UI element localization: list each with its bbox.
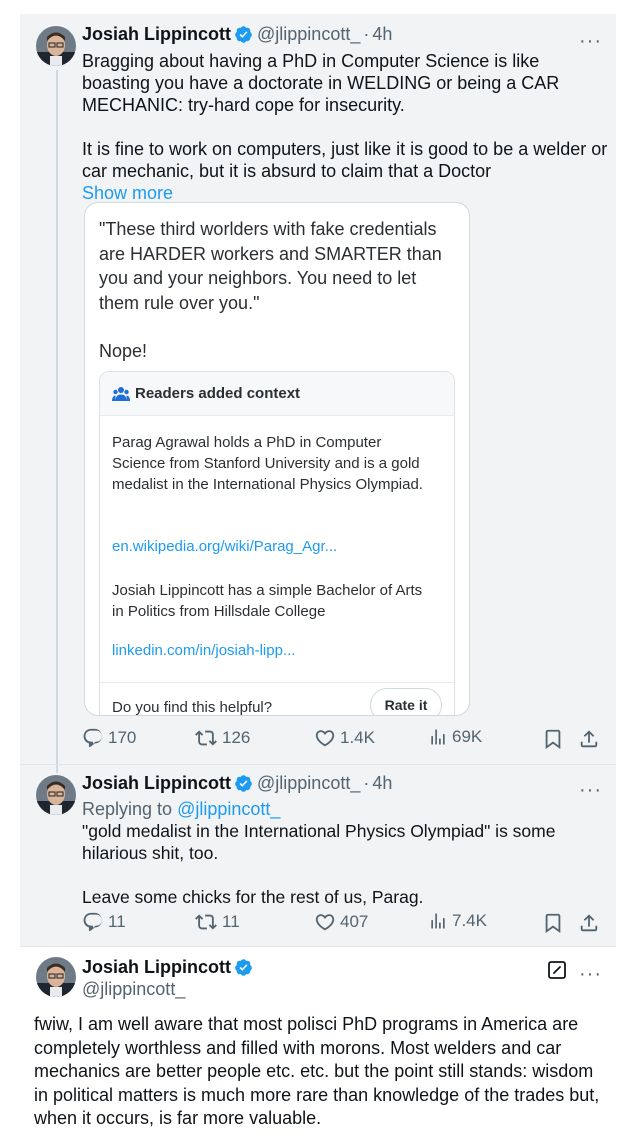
reply-icon xyxy=(83,912,102,932)
avatar[interactable] xyxy=(36,957,76,997)
community-notes-box: Readers added context Parag Agrawal hold… xyxy=(99,371,455,716)
tweet-actions: 11 11 407 7.4K xyxy=(82,911,612,935)
replying-to-label: Replying to xyxy=(82,799,173,819)
views-icon xyxy=(431,913,445,929)
tweet-actions: 170 126 1.4K 69K xyxy=(82,727,612,751)
replying-to-handle[interactable]: @jlippincott_ xyxy=(177,799,280,819)
community-notes-title: Readers added context xyxy=(135,385,301,402)
verified-badge-icon xyxy=(235,959,252,976)
reply-icon xyxy=(83,728,102,748)
views-button[interactable]: 69K xyxy=(428,727,482,747)
rate-it-button[interactable]: Rate it xyxy=(370,688,442,715)
repost-icon xyxy=(195,914,217,930)
author-name[interactable]: Josiah Lippincott xyxy=(82,24,231,45)
tweet-text: fwiw, I am well aware that most polisci … xyxy=(34,1013,604,1131)
community-notes-icon xyxy=(112,386,130,401)
more-options-icon[interactable]: ··· xyxy=(579,780,602,800)
like-count: 1.4K xyxy=(340,728,375,747)
tweet-1[interactable]: Josiah Lippincott @jlippincott_ · 4h ···… xyxy=(20,14,616,764)
bookmark-icon[interactable] xyxy=(542,912,564,934)
show-more-link[interactable]: Show more xyxy=(82,182,612,204)
views-button[interactable]: 7.4K xyxy=(428,911,487,931)
like-icon xyxy=(315,730,335,747)
tweet-timestamp[interactable]: 4h xyxy=(372,773,392,794)
author-handle[interactable]: @jlippincott_ xyxy=(257,773,360,794)
avatar[interactable] xyxy=(36,775,76,815)
community-notes-header: Readers added context xyxy=(100,372,454,416)
share-icon[interactable] xyxy=(578,912,600,934)
tweet-text: Bragging about having a PhD in Computer … xyxy=(82,50,612,204)
author-handle[interactable]: @jlippincott_ xyxy=(257,24,360,45)
author-name[interactable]: Josiah Lippincott xyxy=(82,957,231,978)
tweet-paragraph: It is fine to work on computers, just li… xyxy=(82,139,608,181)
reply-button[interactable]: 11 xyxy=(82,911,126,933)
verified-badge-icon xyxy=(235,26,252,43)
note-text: Josiah Lippincott has a simple Bachelor … xyxy=(112,582,423,620)
repost-icon xyxy=(195,730,217,746)
like-button[interactable]: 407 xyxy=(314,911,368,933)
tweet-paragraph: Leave some chicks for the rest of us, Pa… xyxy=(82,887,424,907)
note-text: Parag Agrawal holds a PhD in Computer Sc… xyxy=(112,434,423,493)
thread-connector-line xyxy=(56,70,58,764)
tweet-2[interactable]: Josiah Lippincott @jlippincott_ · 4h ···… xyxy=(20,764,616,946)
replying-to: Replying to @jlippincott_ xyxy=(82,798,612,820)
separator-dot: · xyxy=(363,773,370,793)
note-source-link[interactable]: en.wikipedia.org/wiki/Parag_Agr... xyxy=(112,538,337,555)
tweet-timestamp[interactable]: 4h xyxy=(372,24,392,45)
tweet-paragraph: Bragging about having a PhD in Computer … xyxy=(82,51,560,115)
separator-dot: · xyxy=(363,24,370,44)
notes-divider xyxy=(100,682,454,683)
bookmark-icon[interactable] xyxy=(542,728,564,750)
note-source-link[interactable]: linkedin.com/in/josiah-lipp... xyxy=(112,642,295,659)
repost-button[interactable]: 126 xyxy=(194,727,250,749)
reply-count: 170 xyxy=(108,728,137,747)
views-count: 69K xyxy=(452,727,483,746)
reply-count: 11 xyxy=(108,912,126,931)
avatar[interactable] xyxy=(36,26,76,66)
author-name[interactable]: Josiah Lippincott xyxy=(82,773,231,794)
tweet-header: Josiah Lippincott @jlippincott_ · 4h xyxy=(82,773,392,794)
more-options-icon[interactable]: ··· xyxy=(579,964,602,984)
more-options-icon[interactable]: ··· xyxy=(579,31,602,51)
verified-badge-icon xyxy=(235,775,252,792)
like-button[interactable]: 1.4K xyxy=(314,727,375,749)
views-icon xyxy=(431,729,445,745)
like-count: 407 xyxy=(340,912,369,931)
thread-connector-line xyxy=(56,765,58,773)
tweet-header: Josiah Lippincott xyxy=(82,957,257,978)
tweet-text: "gold medalist in the International Phys… xyxy=(82,820,612,908)
quoted-tweet-text: "These third worlders with fake credenti… xyxy=(99,217,461,364)
quote-paragraph: "These third worlders with fake credenti… xyxy=(99,219,442,313)
repost-button[interactable]: 11 xyxy=(194,911,240,933)
views-count: 7.4K xyxy=(452,911,487,930)
repost-count: 126 xyxy=(222,728,251,747)
tweet-3[interactable]: Josiah Lippincott @jlippincott_ ··· fwiw… xyxy=(20,946,616,1142)
repost-count: 11 xyxy=(222,912,240,931)
share-icon[interactable] xyxy=(578,728,600,750)
author-handle[interactable]: @jlippincott_ xyxy=(82,979,185,1000)
tweet-handle-row: @jlippincott_ xyxy=(82,979,185,1000)
edited-icon[interactable] xyxy=(547,960,567,980)
tweet-paragraph: "gold medalist in the International Phys… xyxy=(82,821,556,863)
quoted-tweet-card[interactable]: "These third worlders with fake credenti… xyxy=(84,202,470,716)
helpful-prompt: Do you find this helpful? xyxy=(112,699,273,716)
quote-paragraph: Nope! xyxy=(99,341,148,361)
like-icon xyxy=(315,914,335,931)
reply-button[interactable]: 170 xyxy=(82,727,136,749)
tweet-header: Josiah Lippincott @jlippincott_ · 4h xyxy=(82,24,392,45)
tweet-paragraph: fwiw, I am well aware that most polisci … xyxy=(34,1014,600,1128)
